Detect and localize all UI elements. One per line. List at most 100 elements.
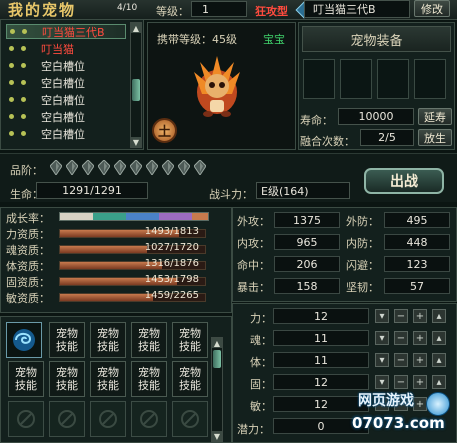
skill-slot-label: 宠物 [56, 327, 78, 340]
skill-slot-empty[interactable] [49, 401, 85, 437]
potential-label: 潜力： [237, 423, 270, 436]
skill-slot-empty[interactable] [172, 401, 208, 437]
combat-stat-value: 1375 [274, 212, 340, 228]
skill-slot-empty[interactable] [131, 401, 167, 437]
skill-slot[interactable]: 宠物 技能 [49, 361, 85, 397]
pet-list-item[interactable]: 空白槽位 [6, 92, 126, 107]
skill-slot-label: 技能 [97, 379, 119, 392]
grade-gem-icon [177, 159, 191, 176]
equip-slot-4[interactable] [414, 59, 446, 99]
skill-slot-label: 技能 [138, 340, 160, 353]
attr-increase-max-button[interactable]: ▴ [432, 353, 446, 367]
site-watermark: 网页游戏 07073.com [352, 390, 456, 442]
skill-slot-label: 宠物 [56, 366, 78, 379]
skill-slot-empty[interactable] [8, 401, 44, 437]
aptitude-label: 魂资质： [6, 244, 50, 257]
skill-slot-label: 技能 [56, 379, 78, 392]
attr-decrease-max-button[interactable]: ▾ [375, 309, 389, 323]
skill-slot-label: 宠物 [97, 327, 119, 340]
pet-list-item-name: 叮当猫三代B [42, 25, 105, 39]
lifespan-field: 10000 [338, 108, 414, 125]
aptitude-value: 1027/1720 [144, 242, 199, 253]
equip-slot-3[interactable] [377, 59, 409, 99]
aptitude-bar-fill [60, 294, 153, 301]
attr-increase-button[interactable]: + [413, 375, 427, 389]
empty-slot-icon [99, 410, 117, 428]
pet-name-value: 叮当猫三代B [313, 3, 376, 16]
grade-label: 品阶： [10, 164, 43, 177]
attr-increase-max-button[interactable]: ▴ [432, 331, 446, 345]
grade-gem-icon [49, 159, 63, 176]
combat-stat-value: 123 [384, 256, 450, 272]
attr-decrease-max-button[interactable]: ▾ [375, 375, 389, 389]
pet-list-item[interactable]: 空白槽位 [6, 75, 126, 90]
fusion-label: 融合次数： [300, 135, 355, 148]
status-dot-icon [22, 29, 27, 34]
status-dot-icon [10, 29, 15, 34]
growth-seg-2 [92, 213, 126, 220]
combat-stat-label: 外攻： [237, 215, 270, 228]
attr-decrease-button[interactable]: − [394, 331, 408, 345]
attribute-label: 力： [250, 312, 272, 325]
pet-list-item[interactable]: 空白槽位 [6, 126, 126, 141]
attribute-label: 体： [250, 356, 272, 369]
skill-slot-label: 宠物 [15, 366, 37, 379]
pet-list-item-name: 空白槽位 [41, 110, 85, 124]
attr-decrease-max-button[interactable]: ▾ [375, 331, 389, 345]
skill-slot[interactable]: 宠物 技能 [90, 361, 126, 397]
equip-slot-2[interactable] [340, 59, 372, 99]
skill-slot[interactable]: 宠物 技能 [172, 322, 208, 358]
pet-list-item[interactable]: 空白槽位 [6, 109, 126, 124]
skills-scroll-down-icon[interactable]: ▼ [212, 431, 222, 441]
attr-decrease-button[interactable]: − [394, 353, 408, 367]
attr-decrease-max-button[interactable]: ▾ [375, 353, 389, 367]
growth-seg-4 [158, 213, 192, 220]
battle-button[interactable]: 出战 [364, 168, 444, 194]
baby-tag: 宝宝 [263, 33, 285, 46]
pet-name-field[interactable]: 叮当猫三代B [304, 0, 410, 18]
skill-slot[interactable]: 宠物 技能 [90, 322, 126, 358]
extend-life-button[interactable]: 延寿 [418, 108, 452, 125]
attribute-value: 12 [273, 308, 369, 324]
skill-slot[interactable]: 宠物 技能 [131, 361, 167, 397]
aptitude-bar: 1027/1720 [59, 242, 206, 254]
attr-decrease-button[interactable]: − [394, 375, 408, 389]
combat-stat-value: 448 [384, 234, 450, 250]
carry-level: 携带等级：45级 [157, 33, 237, 46]
skill-slot[interactable]: 宠物 技能 [49, 322, 85, 358]
attr-increase-button[interactable]: + [413, 331, 427, 345]
attr-increase-button[interactable]: + [413, 309, 427, 323]
skill-swirl-icon [13, 329, 35, 351]
attr-increase-max-button[interactable]: ▴ [432, 309, 446, 323]
pet-list-scrollbar[interactable]: ▲ ▼ [130, 22, 142, 148]
skill-slot[interactable]: 宠物 技能 [172, 361, 208, 397]
scroll-down-icon[interactable]: ▼ [131, 137, 141, 147]
scroll-thumb[interactable] [132, 79, 140, 101]
aptitude-label: 力资质： [6, 228, 50, 241]
equipment-title: 宠物装备 [350, 33, 403, 49]
pet-list-item-name: 空白槽位 [41, 59, 85, 73]
combat-stat-label: 坚韧： [346, 281, 379, 294]
release-button[interactable]: 放生 [418, 129, 452, 146]
grade-gem-icon [65, 159, 79, 176]
scroll-up-icon[interactable]: ▲ [131, 23, 141, 33]
attr-increase-button[interactable]: + [413, 353, 427, 367]
attr-increase-max-button[interactable]: ▴ [432, 375, 446, 389]
equip-slot-1[interactable] [303, 59, 335, 99]
skill-slot-empty[interactable] [90, 401, 126, 437]
combat-stat-label: 内防： [346, 237, 379, 250]
attribute-label: 敏： [250, 400, 272, 413]
aptitude-bar: 1459/2265 [59, 290, 206, 302]
skill-slot[interactable]: 宠物 技能 [8, 361, 44, 397]
edit-name-button[interactable]: 修改 [414, 0, 450, 17]
skill-main-slot[interactable] [6, 322, 42, 358]
pet-list-item[interactable]: 叮当猫三代B [6, 24, 126, 39]
skill-slot[interactable]: 宠物 技能 [131, 322, 167, 358]
skills-scroll-thumb[interactable] [213, 350, 221, 368]
attr-decrease-button[interactable]: − [394, 309, 408, 323]
skills-scrollbar[interactable]: ▲ ▼ [211, 337, 223, 442]
skills-scroll-up-icon[interactable]: ▲ [212, 338, 222, 348]
pet-list-item[interactable]: 叮当猫 [6, 41, 126, 56]
pet-list-item[interactable]: 空白槽位 [6, 58, 126, 73]
status-dot-icon [21, 131, 26, 136]
